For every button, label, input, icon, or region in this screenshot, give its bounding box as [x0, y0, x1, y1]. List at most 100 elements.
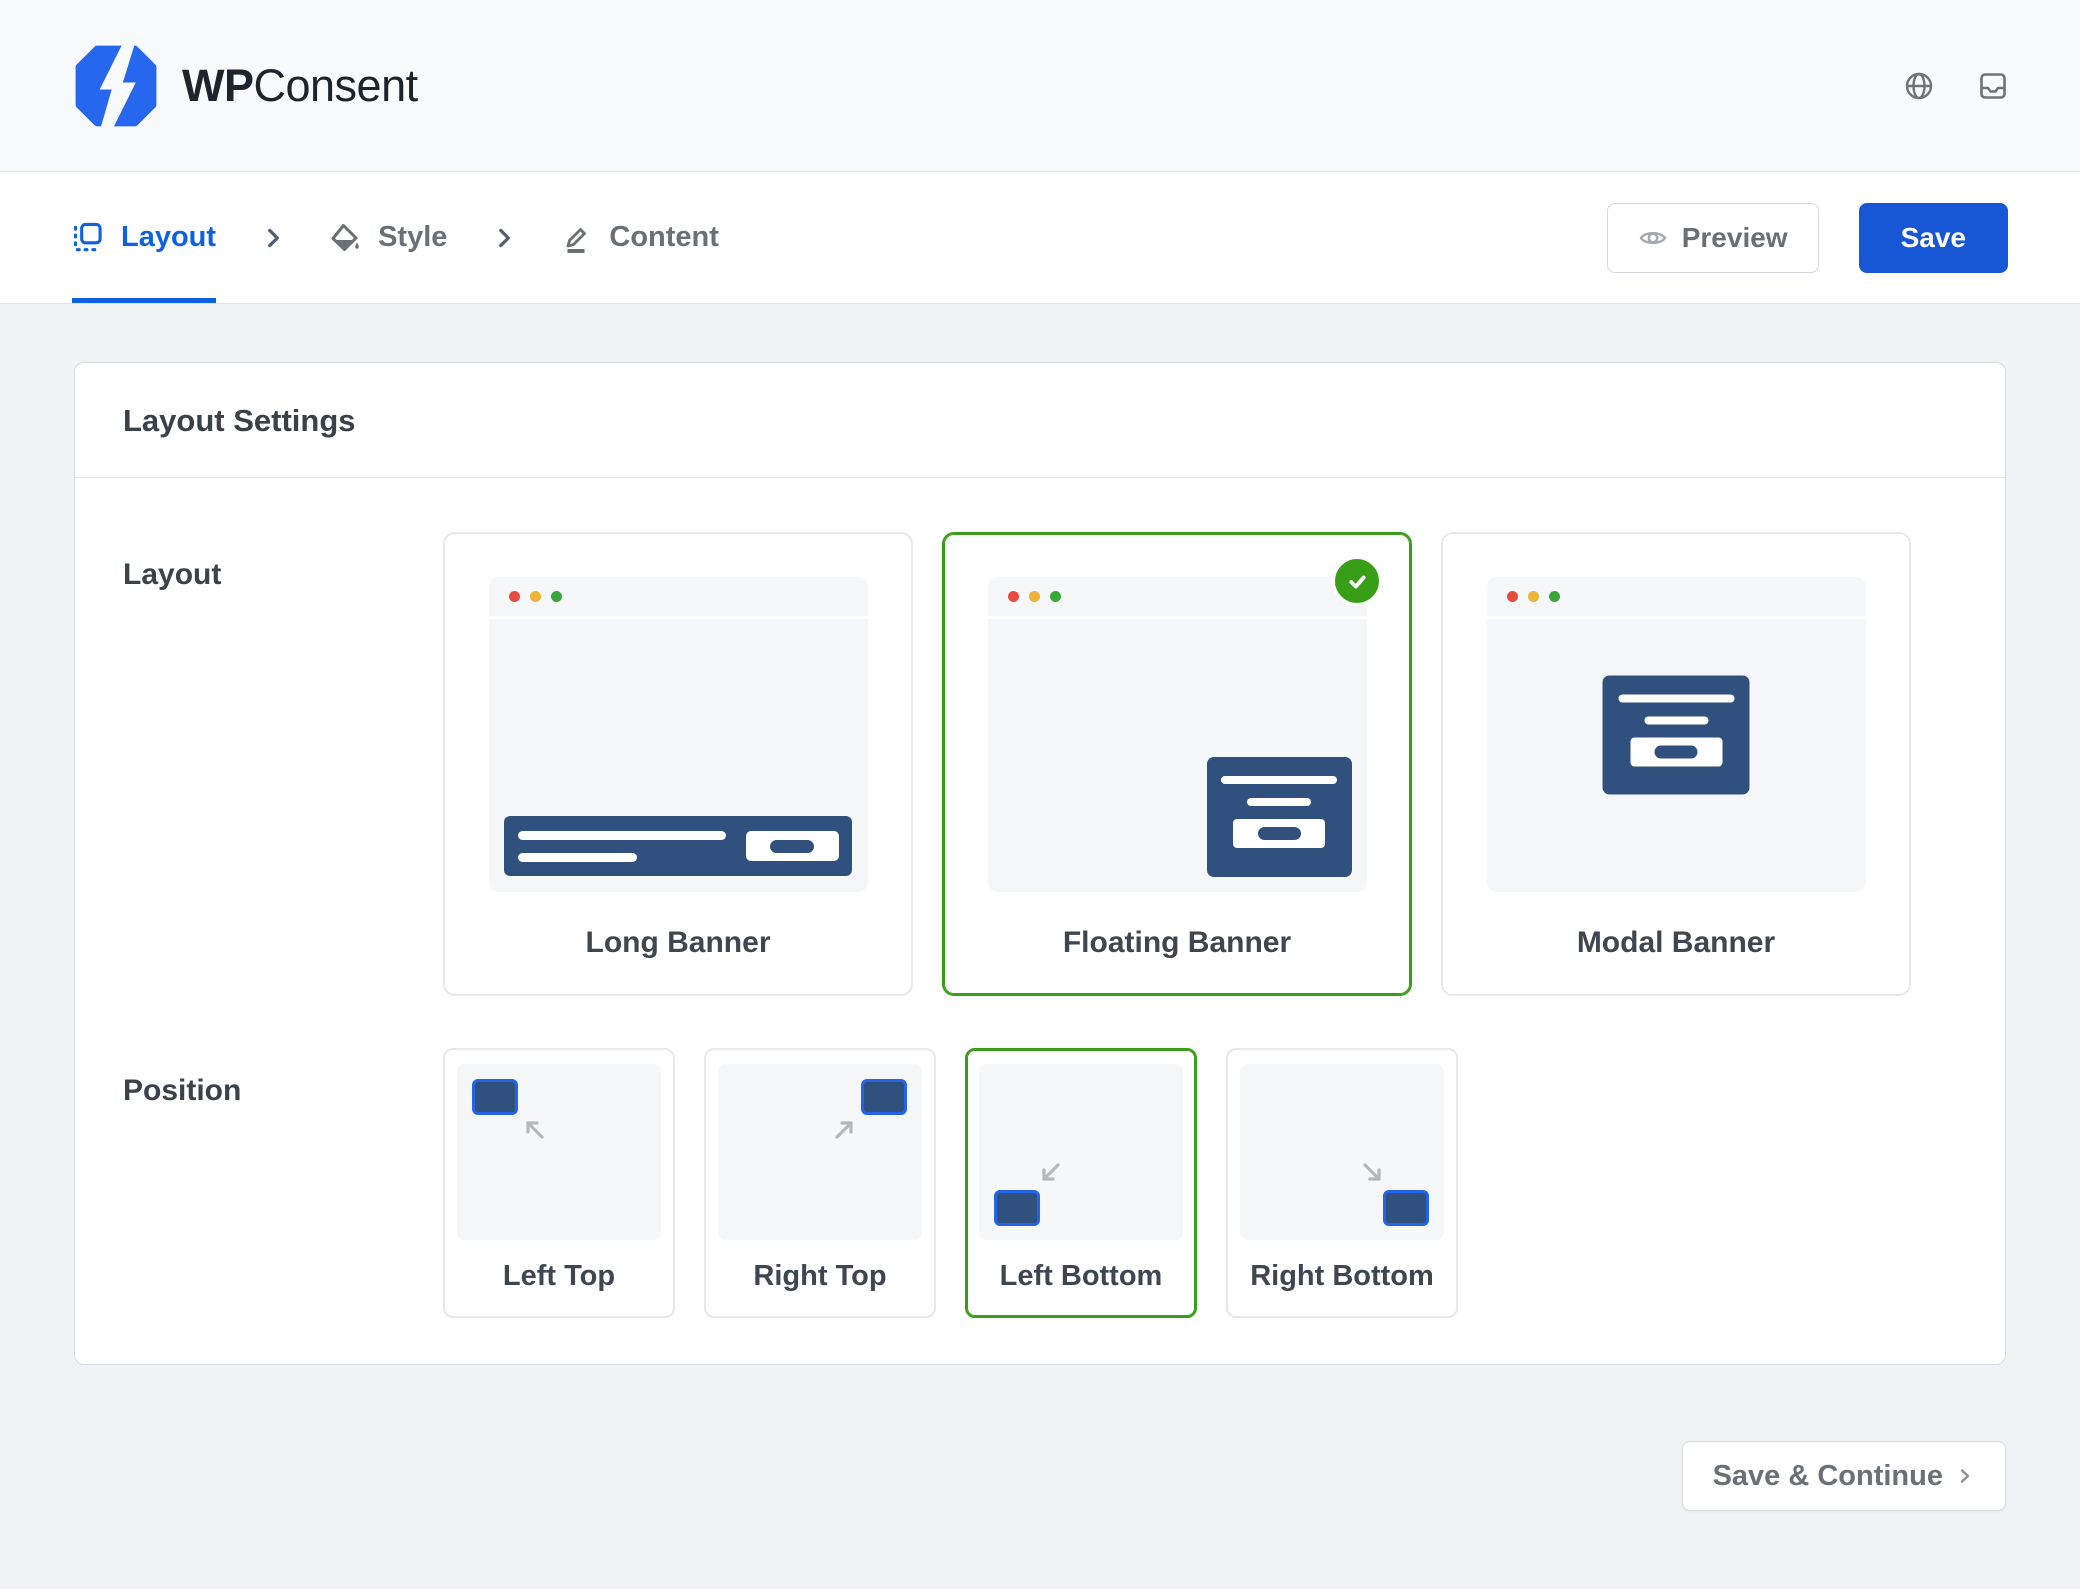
position-option-right-top[interactable]: Right Top — [704, 1048, 936, 1318]
floating-banner-graphic — [1207, 757, 1352, 877]
browser-mockup — [489, 577, 868, 892]
yellow-dot-icon — [1029, 591, 1040, 602]
position-option-right-bottom[interactable]: Right Bottom — [1226, 1048, 1458, 1318]
page-content: Layout Settings Layout — [0, 304, 2080, 1585]
layout-options: Long Banner — [443, 532, 1911, 996]
layout-row: Layout — [123, 532, 1957, 996]
save-continue-label: Save & Continue — [1713, 1460, 1943, 1493]
banner-button-graphic — [1233, 819, 1325, 848]
yellow-dot-icon — [530, 591, 541, 602]
bar-actions: Preview Save — [1607, 172, 2008, 303]
position-option-left-bottom[interactable]: Left Bottom — [965, 1048, 1197, 1318]
arrow-down-left-icon — [1037, 1160, 1063, 1186]
position-option-label: Right Top — [753, 1260, 886, 1293]
layout-icon — [72, 222, 103, 253]
preview-button[interactable]: Preview — [1607, 203, 1819, 273]
tab-layout-label: Layout — [121, 221, 216, 254]
mockup-topbar — [1487, 577, 1866, 619]
banner-line — [518, 831, 726, 840]
tab-layout[interactable]: Layout — [72, 172, 216, 303]
style-icon — [330, 223, 360, 253]
content-icon — [561, 223, 591, 253]
position-thumbnail — [718, 1064, 922, 1240]
layout-option-label: Long Banner — [586, 926, 771, 960]
card-body: Layout — [75, 478, 2005, 1364]
banner-button-graphic — [746, 831, 839, 861]
preview-button-label: Preview — [1682, 222, 1788, 254]
position-row: Position Left Top — [123, 1048, 1957, 1318]
banner-line — [1221, 776, 1337, 784]
banner-button-pill — [770, 840, 814, 853]
banner-line — [518, 853, 637, 862]
red-dot-icon — [1008, 591, 1019, 602]
banner-button-pill — [1258, 827, 1301, 840]
green-dot-icon — [1549, 591, 1560, 602]
modal-banner-graphic — [1603, 675, 1750, 794]
save-continue-button[interactable]: Save & Continue — [1682, 1441, 2006, 1511]
red-dot-icon — [1507, 591, 1518, 602]
banner-button-graphic — [1630, 737, 1722, 766]
browser-mockup — [988, 577, 1367, 892]
eye-icon — [1638, 223, 1668, 253]
banner-position-rect — [994, 1190, 1040, 1226]
arrow-up-left-icon — [521, 1116, 547, 1142]
steps-bar: Layout Style Co — [0, 172, 2080, 304]
banner-position-rect — [1383, 1190, 1429, 1226]
green-dot-icon — [551, 591, 562, 602]
brand-name-bold: WP — [182, 60, 254, 111]
browser-mockup — [1487, 577, 1866, 892]
layout-option-modal-banner[interactable]: Modal Banner — [1441, 532, 1911, 996]
chevron-right-icon — [1955, 1466, 1975, 1486]
app-header: WPConsent — [0, 0, 2080, 172]
brand-name: WPConsent — [182, 60, 418, 112]
save-button[interactable]: Save — [1859, 203, 2008, 273]
brand-name-rest: Consent — [254, 60, 418, 111]
brand-logo: WPConsent — [72, 43, 418, 129]
globe-icon[interactable] — [1904, 71, 1934, 101]
position-option-label: Left Bottom — [1000, 1260, 1163, 1293]
banner-position-rect — [472, 1079, 518, 1115]
banner-text-lines — [518, 831, 726, 862]
position-option-label: Right Bottom — [1250, 1260, 1434, 1293]
layout-option-long-banner[interactable]: Long Banner — [443, 532, 913, 996]
position-row-label: Position — [123, 1048, 443, 1318]
card-title: Layout Settings — [75, 363, 2005, 478]
arrow-up-right-icon — [832, 1116, 858, 1142]
save-button-label: Save — [1901, 222, 1966, 253]
green-dot-icon — [1050, 591, 1061, 602]
layout-option-label: Modal Banner — [1577, 926, 1775, 960]
position-thumbnail — [1240, 1064, 1444, 1240]
position-option-label: Left Top — [503, 1260, 615, 1293]
step-tabs: Layout Style Co — [72, 172, 719, 303]
tab-style[interactable]: Style — [330, 172, 447, 303]
position-thumbnail — [457, 1064, 661, 1240]
position-thumbnail — [979, 1064, 1183, 1240]
tab-style-label: Style — [378, 221, 447, 254]
tab-content-label: Content — [609, 221, 719, 254]
wpconsent-logo-icon — [72, 43, 160, 129]
layout-settings-card: Layout Settings Layout — [74, 362, 2006, 1365]
header-actions — [1904, 71, 2008, 101]
yellow-dot-icon — [1528, 591, 1539, 602]
banner-button-pill — [1655, 745, 1698, 758]
tab-content[interactable]: Content — [561, 172, 719, 303]
long-banner-graphic — [504, 816, 852, 876]
banner-line — [1247, 798, 1311, 806]
layout-option-floating-banner[interactable]: Floating Banner — [942, 532, 1412, 996]
position-option-left-top[interactable]: Left Top — [443, 1048, 675, 1318]
layout-row-label: Layout — [123, 532, 443, 996]
chevron-right-icon — [260, 172, 286, 303]
chevron-right-icon — [491, 172, 517, 303]
inbox-icon[interactable] — [1978, 71, 2008, 101]
arrow-down-right-icon — [1360, 1160, 1386, 1186]
banner-line — [1644, 716, 1708, 724]
mockup-topbar — [988, 577, 1367, 619]
page-footer: Save & Continue — [74, 1441, 2006, 1511]
red-dot-icon — [509, 591, 520, 602]
banner-line — [1618, 694, 1734, 702]
mockup-topbar — [489, 577, 868, 619]
position-options: Left Top Right Top — [443, 1048, 1458, 1318]
banner-position-rect — [861, 1079, 907, 1115]
layout-option-label: Floating Banner — [1063, 926, 1291, 960]
selected-check-badge — [1332, 556, 1382, 606]
